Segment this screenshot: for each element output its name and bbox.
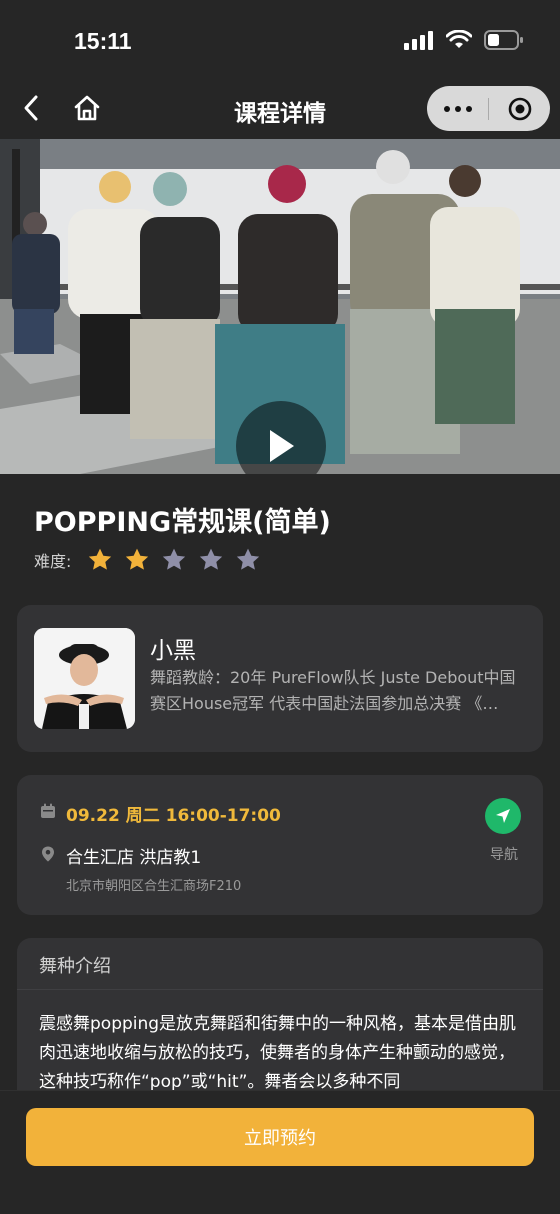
star-empty-icon xyxy=(200,548,223,570)
schedule-card: 09.22 周二 16:00-17:00 合生汇店 洪店教1 北京市朝阳区合生汇… xyxy=(17,775,543,915)
play-icon xyxy=(270,430,294,462)
book-now-button[interactable]: 立即预约 xyxy=(26,1108,534,1166)
status-time: 15:11 xyxy=(74,28,132,54)
more-icon-dot xyxy=(454,105,461,112)
avatar xyxy=(34,628,135,729)
intro-header: 舞种介绍 xyxy=(17,938,543,990)
star-filled-icon xyxy=(126,548,149,570)
navigation-label[interactable]: 导航 xyxy=(490,844,518,864)
calendar-icon xyxy=(41,803,55,818)
location-pin-icon xyxy=(42,846,54,862)
venue-address: 北京市朝阳区合生汇商场F210 xyxy=(66,879,242,894)
star-empty-icon xyxy=(237,548,260,570)
more-button[interactable] xyxy=(427,86,488,131)
close-miniprogram-button[interactable] xyxy=(489,86,550,131)
teacher-name: 小黑 xyxy=(150,638,196,664)
star-empty-icon xyxy=(163,548,186,570)
more-icon-dot xyxy=(465,105,472,112)
battery-icon xyxy=(484,30,523,50)
intro-body: 震感舞popping是放克舞蹈和街舞中的一种风格，基本是借由肌肉迅速地收缩与放松… xyxy=(39,1014,517,1092)
teacher-card[interactable]: 小黑 舞蹈教龄：20年 PureFlow队长 Juste Debout中国赛区H… xyxy=(17,605,543,752)
teacher-bio: 舞蹈教龄：20年 PureFlow队长 Juste Debout中国赛区Hous… xyxy=(150,668,516,713)
teacher-photo-image xyxy=(34,628,135,729)
class-time: 09.22 周二 16:00-17:00 xyxy=(66,806,281,826)
difficulty-stars xyxy=(87,547,261,573)
wifi-icon xyxy=(446,30,472,48)
status-icons xyxy=(404,30,524,50)
signal-icon xyxy=(404,31,433,50)
difficulty-label: 难度: xyxy=(34,552,72,571)
difficulty-row: 难度: xyxy=(34,547,261,573)
course-video[interactable] xyxy=(0,139,560,474)
star-filled-icon xyxy=(89,548,112,570)
bottom-bar: 立即预约 xyxy=(0,1090,560,1214)
venue-name: 合生汇店 洪店教1 xyxy=(66,848,202,868)
more-icon-dot xyxy=(443,105,450,112)
navigation-arrow-icon xyxy=(496,809,510,823)
status-bar: 15:11 xyxy=(0,0,560,80)
miniprogram-capsule xyxy=(427,86,550,131)
close-target-icon xyxy=(508,97,531,120)
nav-bar: 课程详情 xyxy=(0,80,560,138)
intro-title: 舞种介绍 xyxy=(39,956,111,977)
course-title: POPPING常规课(简单) xyxy=(34,507,331,538)
navigation-button[interactable] xyxy=(485,798,521,834)
